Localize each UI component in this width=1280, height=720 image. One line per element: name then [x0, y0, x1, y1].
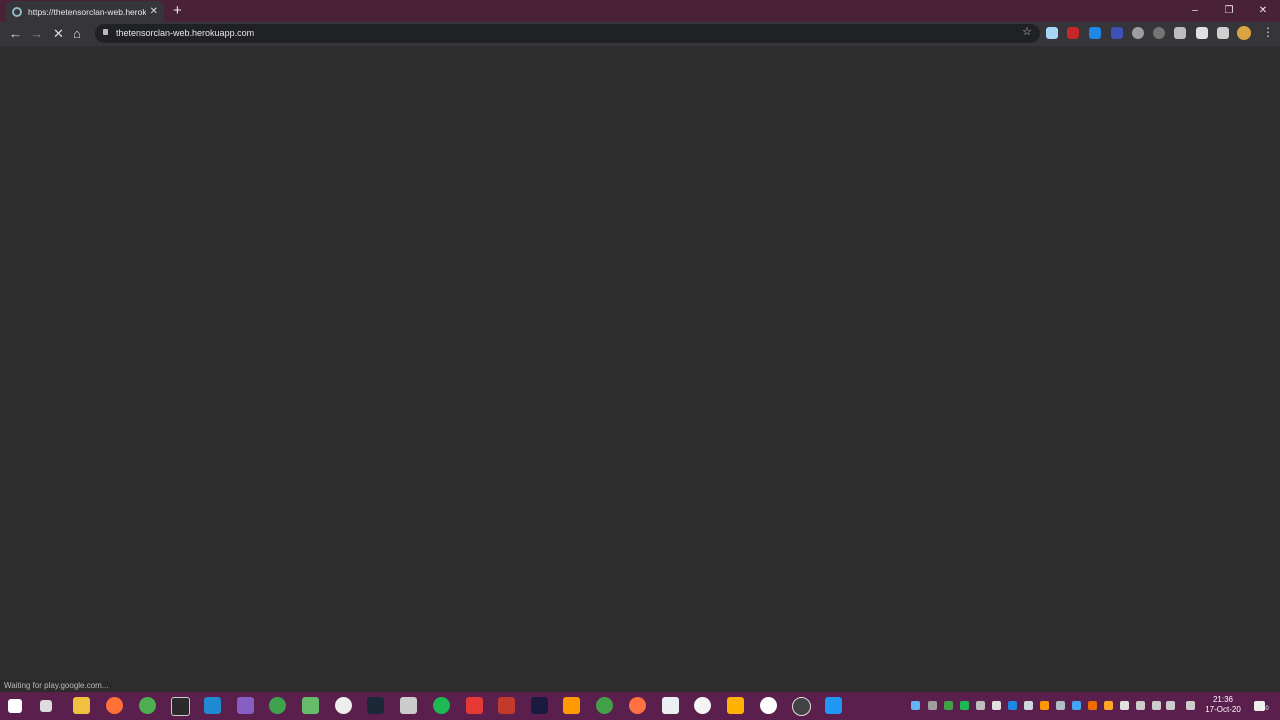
tray-icon[interactable]: [1056, 701, 1065, 710]
taskbar-clock[interactable]: 21:36 17-Oct-20: [1198, 695, 1248, 715]
chrome-icon[interactable]: [139, 697, 156, 714]
extension-icon[interactable]: [1132, 27, 1144, 39]
menu-icon[interactable]: ⋮: [1262, 25, 1274, 39]
tray-icon[interactable]: [1088, 701, 1097, 710]
app-icon[interactable]: [269, 697, 286, 714]
notification-count: 10: [1262, 706, 1269, 712]
app-icon[interactable]: [596, 697, 613, 714]
tray-icon[interactable]: [1040, 701, 1049, 710]
app-icon[interactable]: [694, 697, 711, 714]
app-icon[interactable]: [466, 697, 483, 714]
tray-icon[interactable]: [1120, 701, 1129, 710]
tab-active[interactable]: https://thetensorclan-web.herokuapp.com …: [6, 1, 164, 22]
stop-loading-button[interactable]: ✕: [53, 25, 64, 43]
app-icon[interactable]: [302, 697, 319, 714]
tray-icon[interactable]: [1024, 701, 1033, 710]
puzzle-icon[interactable]: [1196, 27, 1208, 39]
network-icon[interactable]: [1136, 701, 1145, 710]
steam-icon[interactable]: [367, 697, 384, 714]
bookmark-star-icon[interactable]: ☆: [1022, 25, 1032, 38]
tray-icon[interactable]: [928, 701, 937, 710]
tray-icon[interactable]: [944, 701, 953, 710]
page-content: [0, 46, 1280, 692]
task-view-icon[interactable]: [40, 700, 52, 712]
tray-icon[interactable]: [976, 701, 985, 710]
spotify-icon[interactable]: [433, 697, 450, 714]
status-bar: Waiting for play.google.com...: [0, 680, 113, 692]
app-icon[interactable]: [629, 697, 646, 714]
app-icon[interactable]: [727, 697, 744, 714]
extension-icon[interactable]: [1174, 27, 1186, 39]
tab-favicon-icon: [12, 6, 22, 17]
tab-close-icon[interactable]: ✕: [150, 6, 158, 17]
volume-icon[interactable]: [1166, 701, 1175, 710]
visual-studio-icon[interactable]: [237, 697, 254, 714]
window-controls: – ❐ ✕: [1178, 0, 1280, 22]
browser-titlebar: https://thetensorclan-web.herokuapp.com …: [0, 0, 1280, 22]
app-icon[interactable]: [825, 697, 842, 714]
wifi-icon[interactable]: [1152, 701, 1161, 710]
taskbar: 21:36 17-Oct-20 10: [0, 692, 1280, 720]
file-explorer-icon[interactable]: [73, 697, 90, 714]
browser-toolbar: ← → ✕ ⌂ thetensorclan-web.herokuapp.com …: [0, 22, 1280, 46]
windows-start-icon[interactable]: [8, 699, 22, 713]
extension-icon[interactable]: [1089, 27, 1101, 39]
extension-icon[interactable]: [1046, 27, 1058, 39]
tray-icon[interactable]: [960, 701, 969, 710]
extension-icon[interactable]: [1111, 27, 1123, 39]
illustrator-icon[interactable]: [563, 697, 580, 714]
minimize-button[interactable]: –: [1178, 0, 1212, 20]
reading-list-icon[interactable]: [1217, 27, 1229, 39]
tab-title: https://thetensorclan-web.herokuapp.com: [28, 6, 146, 17]
url-text: thetensorclan-web.herokuapp.com: [116, 28, 255, 38]
tray-icon[interactable]: [1104, 701, 1113, 710]
extension-icon[interactable]: [1153, 27, 1165, 39]
app-icon[interactable]: [760, 697, 777, 714]
lock-icon: [103, 29, 108, 35]
address-bar[interactable]: thetensorclan-web.herokuapp.com ☆: [95, 24, 1040, 43]
maximize-button[interactable]: ❐: [1212, 0, 1246, 20]
vscode-icon[interactable]: [204, 697, 221, 714]
app-icon[interactable]: [335, 697, 352, 714]
app-icon[interactable]: [662, 697, 679, 714]
tray-icon[interactable]: [1072, 701, 1081, 710]
app-icon[interactable]: [400, 697, 417, 714]
adblock-icon[interactable]: [1067, 27, 1079, 39]
app-icon[interactable]: [498, 697, 515, 714]
bluetooth-icon[interactable]: [1008, 701, 1017, 710]
clock-date: 17-Oct-20: [1205, 705, 1241, 714]
pen-icon[interactable]: [1186, 701, 1195, 710]
terminal-icon[interactable]: [171, 697, 190, 716]
clock-time: 21:36: [1212, 695, 1234, 704]
premiere-icon[interactable]: [531, 697, 548, 714]
profile-avatar[interactable]: [1237, 26, 1251, 40]
back-button[interactable]: ←: [9, 25, 22, 43]
home-button[interactable]: ⌂: [73, 25, 81, 43]
tray-icon[interactable]: [992, 701, 1001, 710]
app-icon[interactable]: [792, 697, 811, 716]
firefox-icon[interactable]: [106, 697, 123, 714]
tray-icon[interactable]: [911, 701, 920, 710]
close-window-button[interactable]: ✕: [1246, 0, 1280, 20]
new-tab-button[interactable]: +: [173, 3, 182, 19]
forward-button[interactable]: →: [30, 25, 43, 43]
